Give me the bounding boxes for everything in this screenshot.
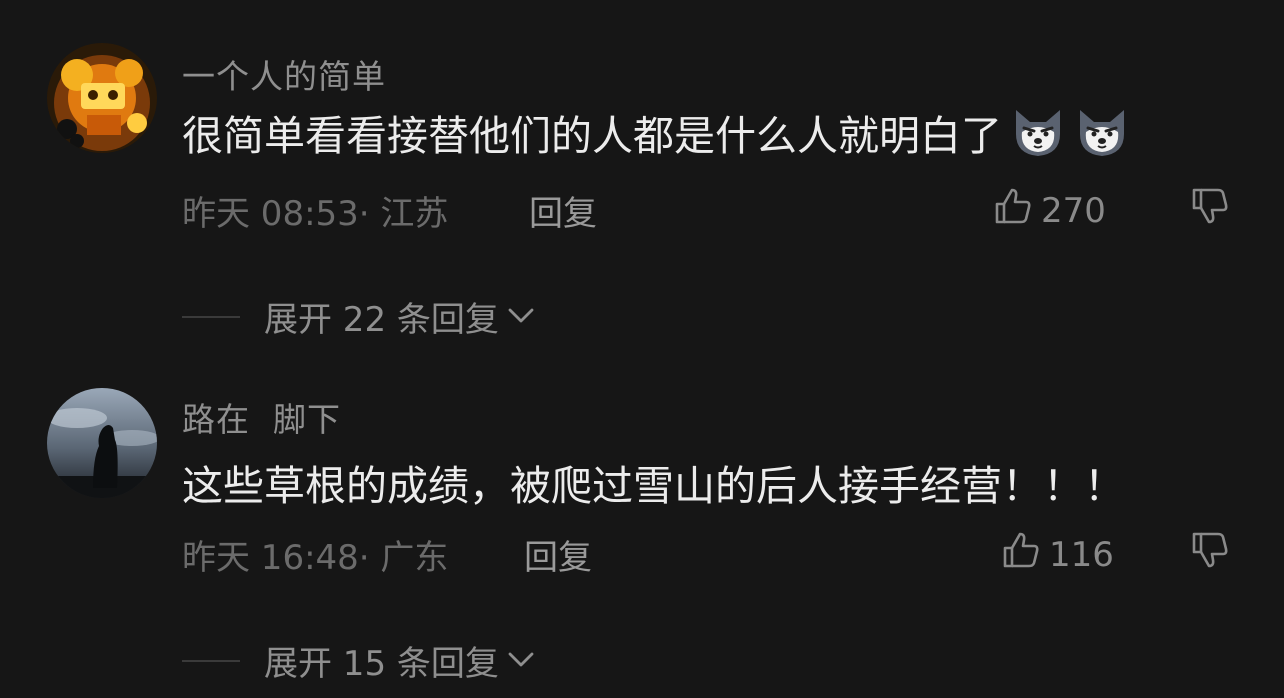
comment-text: 这些草根的成绩，被爬过雪山的后人接手经营！！！ (182, 452, 1125, 512)
expand-replies-label[interactable]: 展开 15 条回复 (264, 636, 499, 685)
avatar[interactable] (47, 388, 157, 498)
dislike-button[interactable] (1190, 530, 1230, 574)
divider-line (182, 315, 240, 318)
expand-replies[interactable]: 展开 22 条回复 (182, 292, 537, 341)
chevron-down-icon (505, 643, 537, 679)
expand-replies[interactable]: 展开 15 条回复 (182, 636, 537, 685)
reply-button[interactable]: 回复 (529, 186, 597, 235)
like-button[interactable]: 116 (1001, 530, 1114, 579)
like-button[interactable]: 270 (993, 186, 1106, 235)
username[interactable]: 路在 脚下 (182, 393, 341, 441)
dislike-button[interactable] (1190, 186, 1230, 230)
avatar[interactable] (47, 43, 157, 153)
divider-line (182, 659, 240, 662)
reply-button[interactable]: 回复 (524, 530, 592, 579)
thumbs-down-icon (1190, 188, 1230, 230)
expand-replies-label[interactable]: 展开 22 条回复 (264, 292, 499, 341)
thumbs-up-icon (1001, 530, 1041, 579)
comment-text-body: 很简单看看接替他们的人都是什么人就明白了 (182, 112, 1002, 160)
comment-text-body: 这些草根的成绩，被爬过雪山的后人接手经营！！！ (182, 462, 1125, 510)
thumbs-up-icon (993, 186, 1033, 235)
like-count: 116 (1049, 534, 1114, 575)
husky-emoji-icon (1010, 104, 1066, 160)
comment-time-location: 昨天 08:53· 江苏 (182, 194, 449, 234)
comment-time-location: 昨天 16:48· 广东 (182, 538, 449, 578)
husky-emoji-icon (1074, 104, 1130, 160)
username[interactable]: 一个人的简单 (182, 50, 386, 98)
like-count: 270 (1041, 190, 1106, 231)
comment-list: 一个人的简单 很简单看看接替他们的人都是什么人就明白了 昨天 08:53· 江苏… (0, 0, 1284, 698)
comment-text: 很简单看看接替他们的人都是什么人就明白了 (182, 102, 1130, 162)
thumbs-down-icon (1190, 532, 1230, 574)
chevron-down-icon (505, 299, 537, 335)
